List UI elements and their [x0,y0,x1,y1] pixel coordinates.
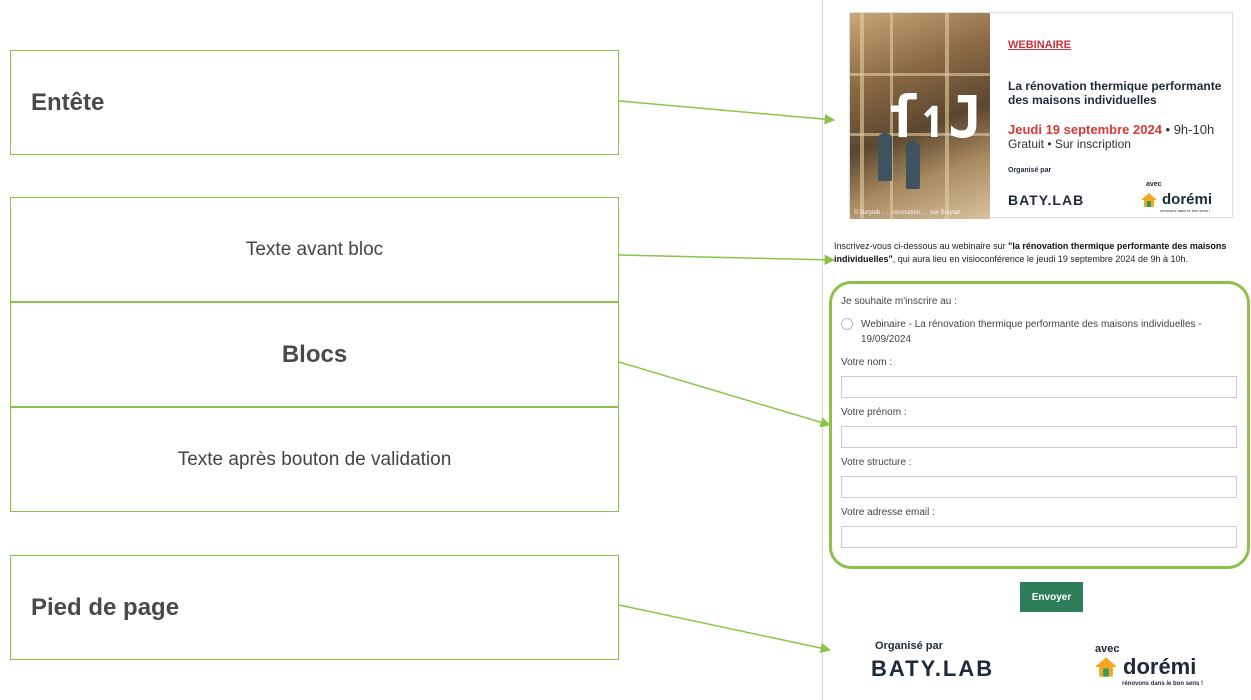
banner-doremi-tagline: rénovons dans le bon sens ! [1160,208,1211,213]
banner-label: WEBINAIRE [1008,39,1071,51]
arrow-entete [618,100,836,125]
webinar-option[interactable]: Webinaire - La rénovation thermique perf… [841,317,1241,347]
structure-label: Votre structure : [841,457,912,468]
intro-before: Inscrivez-vous ci-dessous au webinaire s… [834,241,1009,251]
webinar-radio[interactable] [841,318,853,330]
nom-label: Votre nom : [841,357,893,368]
submit-button[interactable]: Envoyer [1020,582,1083,612]
photo-caption: © Batylab - ... rénovation, ... par Baty… [854,210,961,216]
banner-date: Jeudi 19 septembre 2024 [1008,121,1162,137]
registration-form: Je souhaite m'inscrire au : Webinaire - … [841,296,1241,548]
email-label: Votre adresse email : [841,507,935,518]
prenom-label: Votre prénom : [841,407,907,418]
banner-doremi-word: dorémi [1162,191,1213,208]
annotation-texte-apres: Texte après bouton de validation [10,407,619,512]
annotation-pied-de-page-label: Pied de page [31,593,180,621]
intro-after: , qui aura lieu en visioconférence le je… [892,253,1188,264]
footer-doremi-word: dorémi [1123,654,1197,679]
batylab-mark-icon: ſ↿Ј [886,83,983,151]
annotation-texte-apres-label: Texte après bouton de validation [177,448,452,470]
form-preview: ſ↿Ј © Batylab - ... rénovation, ... par … [822,0,1251,700]
banner-batylab-logo: BATY.LAB [1008,192,1085,208]
header-banner: ſ↿Ј © Batylab - ... rénovation, ... par … [849,12,1233,219]
annotation-blocs-label: Blocs [281,340,348,368]
annotation-blocs: Blocs [10,302,619,407]
banner-avec: avec [1146,181,1162,188]
annotation-entete: Entête [10,50,619,155]
footer-organise-par: Organisé par [875,640,943,652]
annotation-pied-de-page: Pied de page [10,555,619,660]
banner-title: La rénovation thermique performante des … [1008,79,1222,108]
webinar-option-label: Webinaire - La rénovation thermique perf… [861,319,1202,345]
footer-doremi-tagline: rénovons dans le bon sens ! [1122,681,1204,687]
banner-doremi-logo: dorémi [1140,191,1212,208]
banner-pricing: Gratuit • Sur inscription [1008,136,1131,151]
construction-photo: ſ↿Ј © Batylab - ... rénovation, ... par … [850,13,990,219]
banner-time: • 9h-10h [1161,121,1215,137]
annotation-texte-avant-bloc: Texte avant bloc [10,197,619,302]
nom-input[interactable] [841,376,1237,398]
footer-batylab-logo: BATY.LAB [871,656,995,681]
arrow-texte-avant [618,254,836,266]
footer-doremi-logo: dorémi [1093,654,1196,680]
arrow-blocs [618,361,832,428]
question-label: Je souhaite m'inscrire au : [841,296,957,307]
email-input[interactable] [841,526,1237,548]
annotation-entete-label: Entête [31,88,105,116]
structure-input[interactable] [841,476,1237,498]
annotation-texte-avant-bloc-label: Texte avant bloc [245,238,384,260]
intro-text: Inscrivez-vous ci-dessous au webinaire s… [834,240,1250,265]
banner-organise-par: Organisé par [1008,167,1052,174]
doremi-house-icon [1141,192,1157,207]
arrow-pied [618,604,832,654]
doremi-house-icon [1095,657,1117,677]
prenom-input[interactable] [841,426,1237,448]
